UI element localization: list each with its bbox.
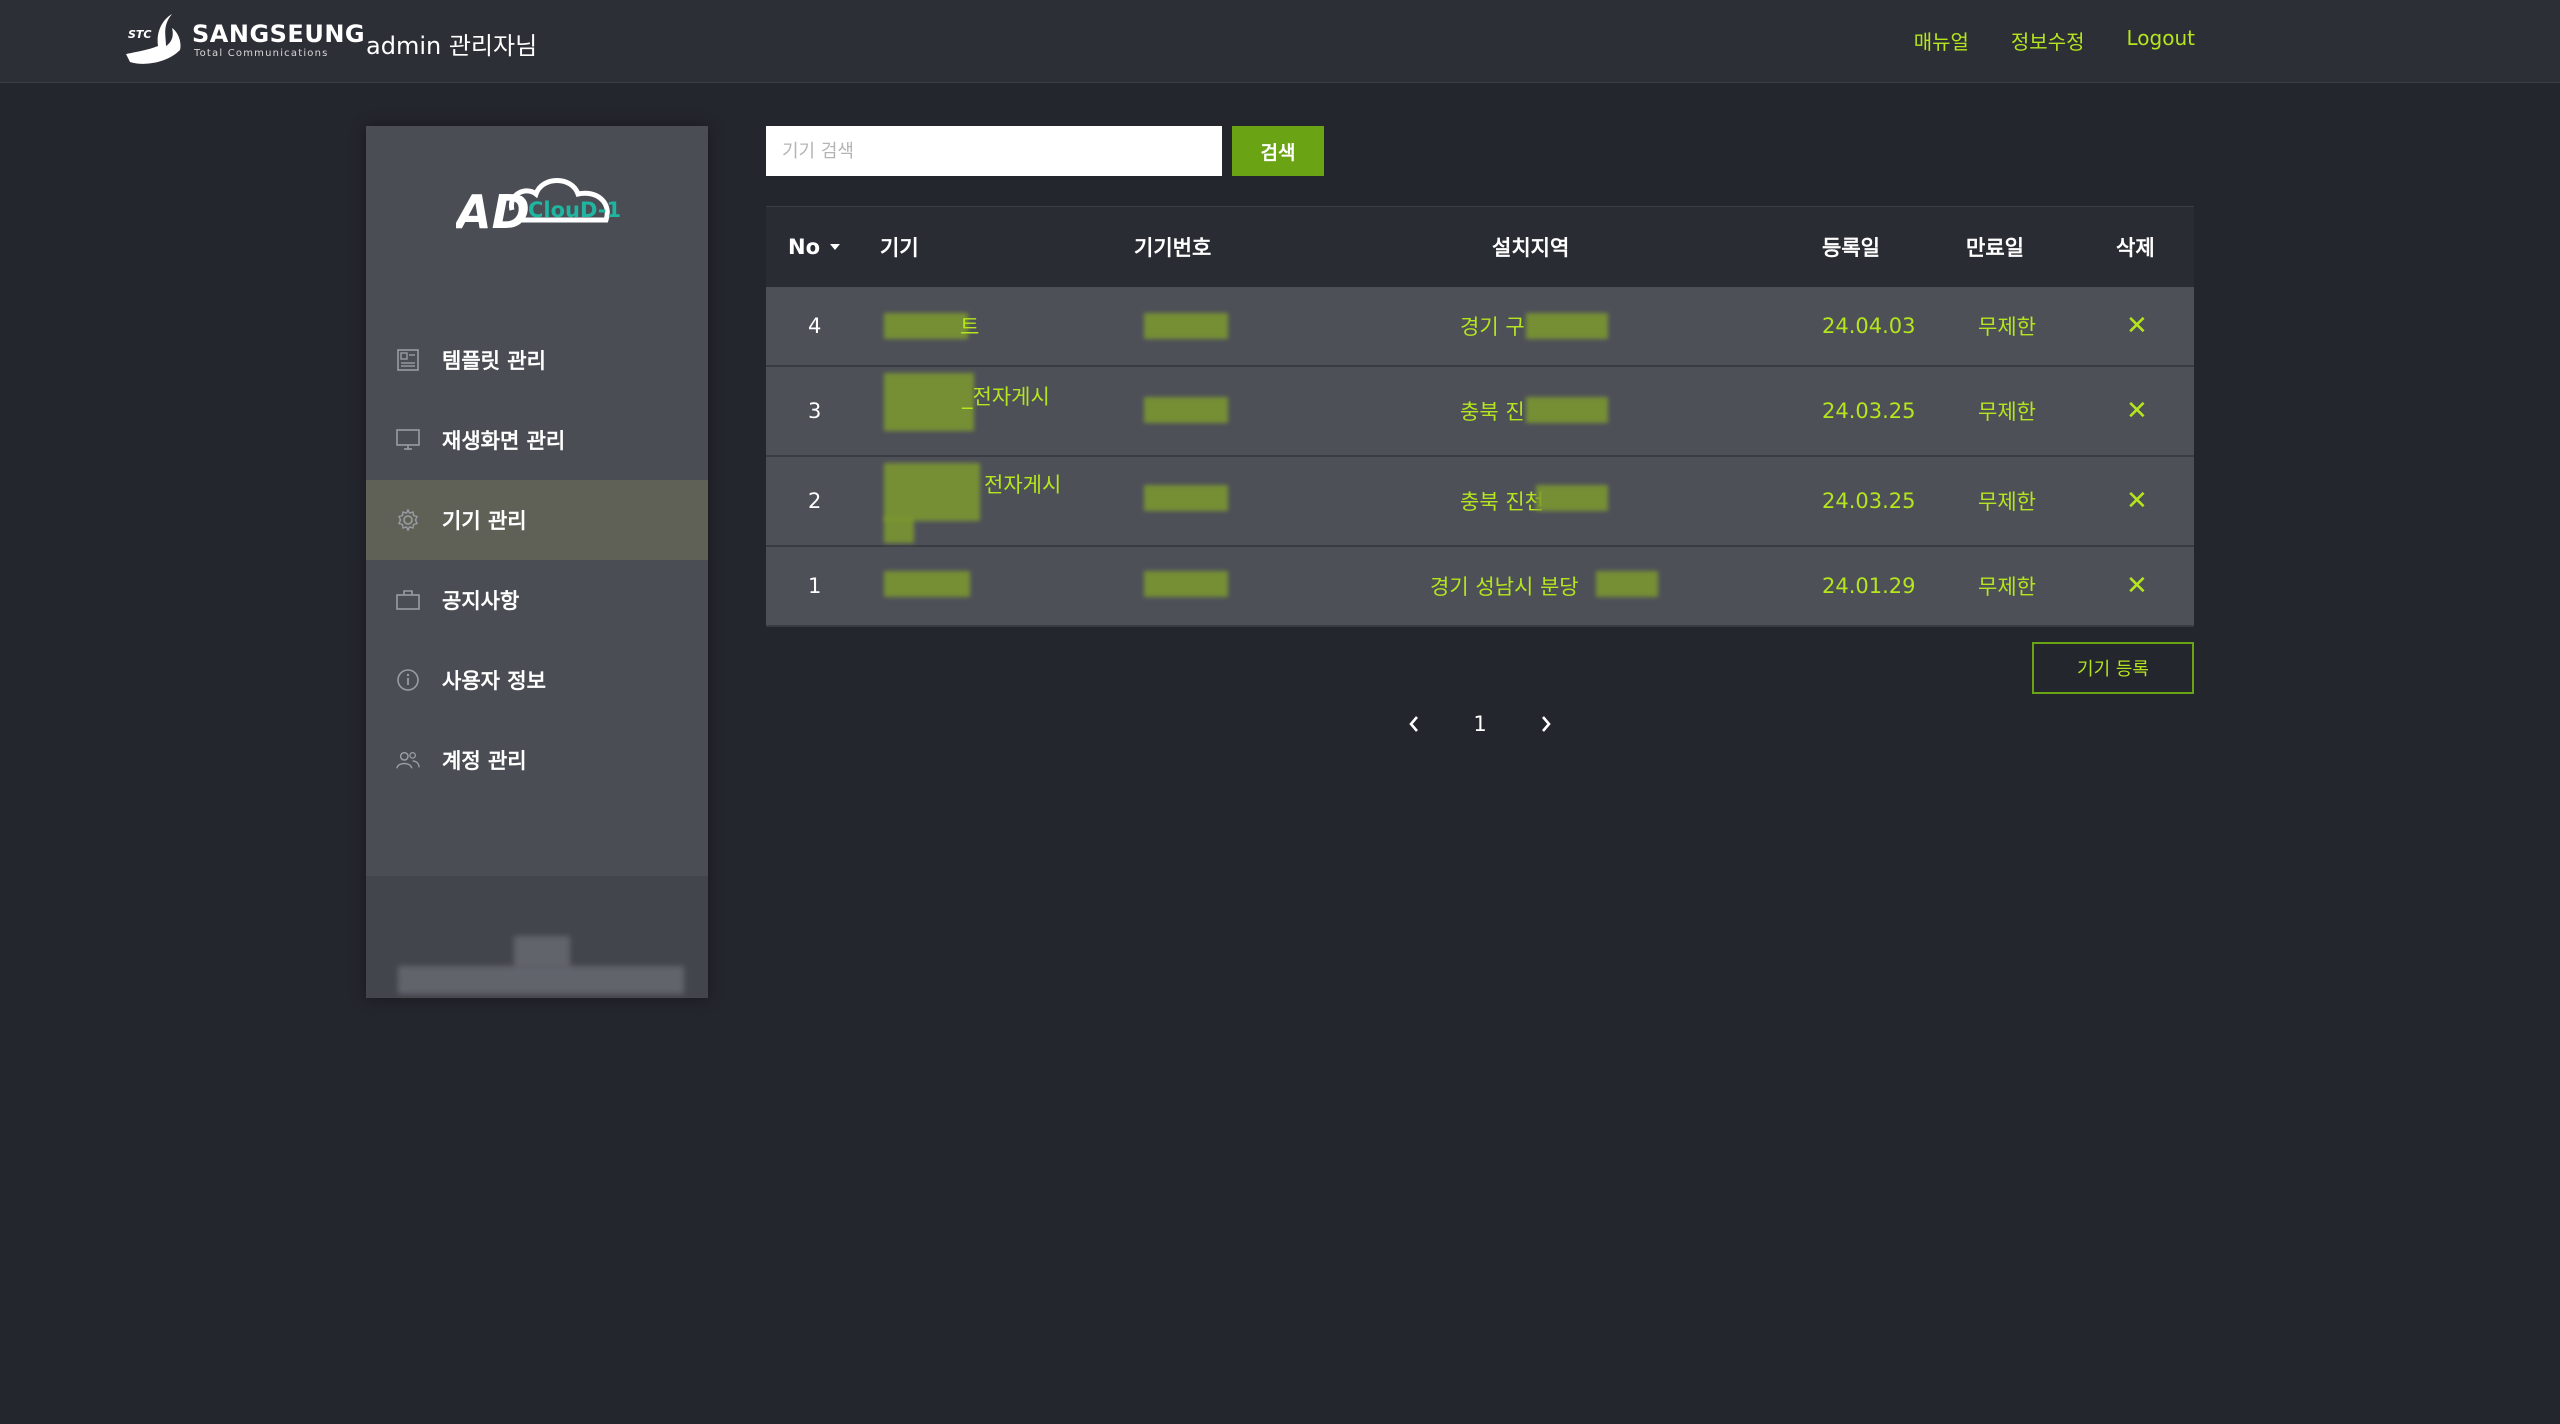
row-expires: 무제한 [1978,490,2036,514]
brand-name: SANGSEUNG [192,20,366,48]
sort-down-icon [830,244,841,250]
sidebar-item-label: 재생화면 관리 [442,429,566,453]
table-header: No 기기 기기번호 설치지역 등록일 만료일 삭제 [766,206,2194,287]
delete-icon[interactable]: ✕ [2126,367,2148,455]
table-row[interactable]: 4 트 경기 구 24.04.03 무제한 ✕ [766,287,2194,367]
sidebar-item-devices[interactable]: 기기 관리 [366,480,708,560]
row-region: 경기 성남시 분당 [1430,575,1579,599]
redacted-region [1536,485,1608,511]
row-device: 전자게시 [984,473,1062,497]
admin-greeting: admin 관리자님 [366,32,538,60]
brand-logo[interactable]: STC SANGSEUNG Total Communications [122,12,365,70]
column-header-device: 기기 [880,236,919,260]
logo-ad-text: AD [456,185,530,236]
table-row[interactable]: 2 전자게시 충북 진천 24.03.25 무제한 ✕ [766,457,2194,547]
sidebar-item-playback[interactable]: 재생화면 관리 [366,400,708,480]
column-header-expires: 만료일 [1966,236,2024,260]
device-table: No 기기 기기번호 설치지역 등록일 만료일 삭제 4 트 경기 구 24.0… [766,206,2194,627]
logo-cloud-text: ClouD-1 [528,198,621,222]
top-bar: STC SANGSEUNG Total Communications admin… [0,0,2560,83]
info-icon [396,668,420,692]
redacted-device [884,463,980,521]
row-registered: 24.03.25 [1822,489,1916,513]
column-header-region: 설치지역 [1492,236,1570,260]
brand-subtitle: Total Communications [194,48,329,59]
row-no: 1 [808,574,822,598]
table-row[interactable]: 1 경기 성남시 분당 24.01.29 무제한 ✕ [766,547,2194,627]
column-header-no: No [788,235,821,259]
row-registered: 24.03.25 [1822,399,1916,423]
delete-icon[interactable]: ✕ [2126,547,2148,625]
redacted-device [884,571,970,597]
brand-mark-text: STC [128,28,152,41]
redacted-region [1526,313,1608,339]
chevron-left-icon [1409,716,1418,732]
sidebar-item-label: 공지사항 [442,589,520,613]
row-registered: 24.04.03 [1822,314,1916,338]
prev-page-button[interactable] [1400,704,1428,744]
sidebar-item-label: 계정 관리 [442,749,527,773]
sidebar-item-user-info[interactable]: 사용자 정보 [366,640,708,720]
chevron-right-icon [1542,716,1551,732]
briefcase-icon [396,588,420,612]
template-icon [396,348,420,372]
sidebar-menu: 템플릿 관리 재생화면 관리 기기 관리 공지사항 사용자 정보 계정 관리 [366,320,708,800]
column-header-registered: 등록일 [1822,236,1880,260]
row-no: 4 [808,314,822,338]
redacted-device-number [1144,485,1228,511]
redacted-footer-text [398,966,684,994]
row-no: 2 [808,489,822,513]
row-no: 3 [808,399,822,423]
page-number[interactable]: 1 [1460,704,1500,744]
monitor-icon [396,428,420,452]
sidebar: AD ClouD-1 템플릿 관리 재생화면 관리 기기 관리 공지사항 사용자… [366,126,708,998]
column-header-delete: 삭제 [2116,236,2155,260]
sidebar-item-label: 사용자 정보 [442,669,546,693]
redacted-device [884,373,974,431]
row-expires: 무제한 [1978,575,2036,599]
row-expires: 무제한 [1978,315,2036,339]
ad-cloud-logo[interactable]: AD ClouD-1 [456,170,626,236]
row-region: 충북 진 [1460,400,1525,424]
redacted-device-number [1144,571,1228,597]
manual-link[interactable]: 매뉴얼 [1914,26,1969,55]
sidebar-item-accounts[interactable]: 계정 관리 [366,720,708,800]
redacted-device-tail [884,517,914,543]
table-row[interactable]: 3 _전자게시 충북 진 24.03.25 무제한 ✕ [766,367,2194,457]
redacted-footer-block [514,936,570,968]
device-search-input[interactable] [766,126,1222,176]
delete-icon[interactable]: ✕ [2126,287,2148,365]
next-page-button[interactable] [1532,704,1560,744]
sidebar-item-label: 템플릿 관리 [442,349,546,373]
sidebar-footer [366,876,708,998]
row-region: 충북 진천 [1460,490,1544,514]
swan-logo-icon: STC [126,14,181,64]
sidebar-item-notices[interactable]: 공지사항 [366,560,708,640]
column-no[interactable]: No [788,207,841,287]
pagination: 1 [1400,704,1560,744]
register-device-button[interactable]: 기기 등록 [2032,642,2194,694]
sidebar-item-label: 기기 관리 [442,509,527,533]
redacted-device-number [1144,313,1228,339]
redacted-device [884,313,968,339]
column-header-device-number: 기기번호 [1134,236,1212,260]
row-device: _전자게시 [962,385,1050,409]
redacted-region [1596,571,1658,597]
row-device: 트 [960,315,980,339]
users-icon [396,748,420,772]
edit-info-link[interactable]: 정보수정 [2011,26,2085,55]
logout-link[interactable]: Logout [2127,26,2195,55]
delete-icon[interactable]: ✕ [2126,457,2148,545]
row-region: 경기 구 [1460,315,1525,339]
top-links: 매뉴얼 정보수정 Logout [1914,26,2195,55]
row-expires: 무제한 [1978,400,2036,424]
row-registered: 24.01.29 [1822,574,1916,598]
search-button[interactable]: 검색 [1232,126,1324,176]
redacted-region [1526,397,1608,423]
sidebar-item-template[interactable]: 템플릿 관리 [366,320,708,400]
gear-icon [396,508,420,532]
redacted-device-number [1144,397,1228,423]
